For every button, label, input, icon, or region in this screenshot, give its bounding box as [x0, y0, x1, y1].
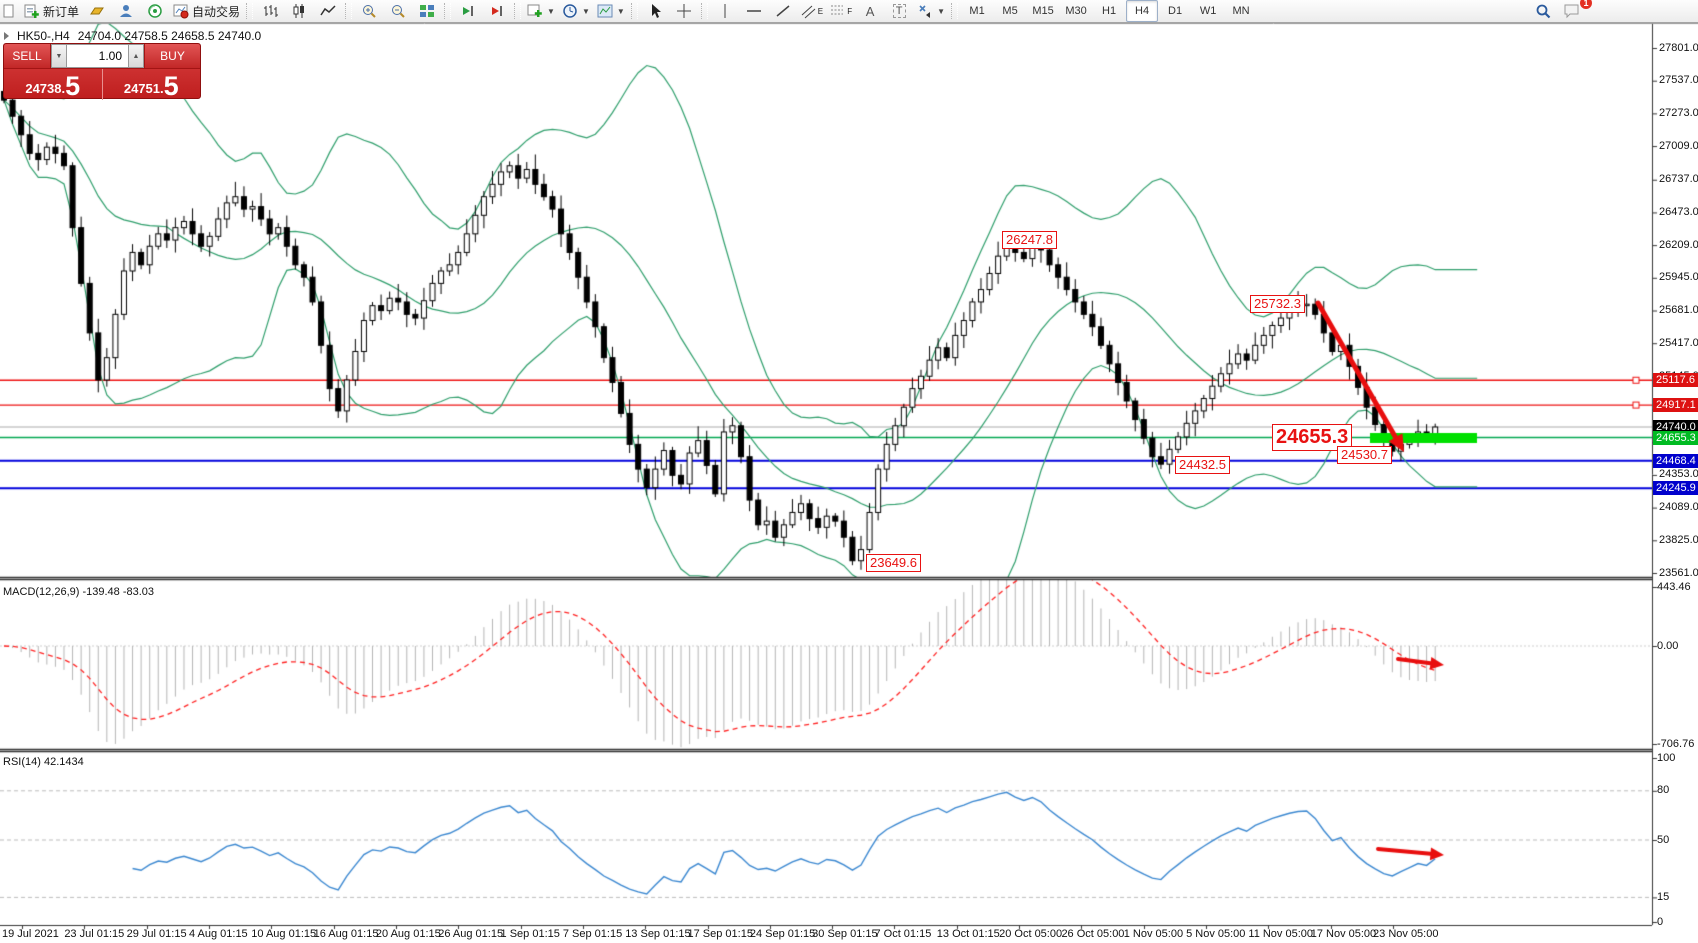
buy-price-main: 24751.	[124, 81, 164, 96]
sell-price-big-digit: 5	[65, 75, 80, 98]
buy-price-big-digit: 5	[164, 75, 179, 98]
buy-price[interactable]: 24751. 5	[103, 69, 201, 100]
mt4-window: 新订单 自动交易	[0, 0, 1698, 943]
one-click-trade-panel: SELL ▼ 1.00 ▲ BUY 24738. 5 24751. 5	[3, 43, 201, 99]
buy-button[interactable]: BUY	[144, 44, 200, 68]
volume-decrease-button[interactable]: ▼	[51, 44, 67, 68]
sell-button[interactable]: SELL	[4, 44, 51, 68]
sell-price-main: 24738.	[25, 81, 65, 96]
volume-increase-button[interactable]: ▲	[128, 44, 144, 68]
chart-canvas[interactable]	[0, 0, 1698, 943]
sell-price[interactable]: 24738. 5	[4, 69, 103, 100]
volume-input[interactable]: 1.00	[67, 44, 128, 68]
